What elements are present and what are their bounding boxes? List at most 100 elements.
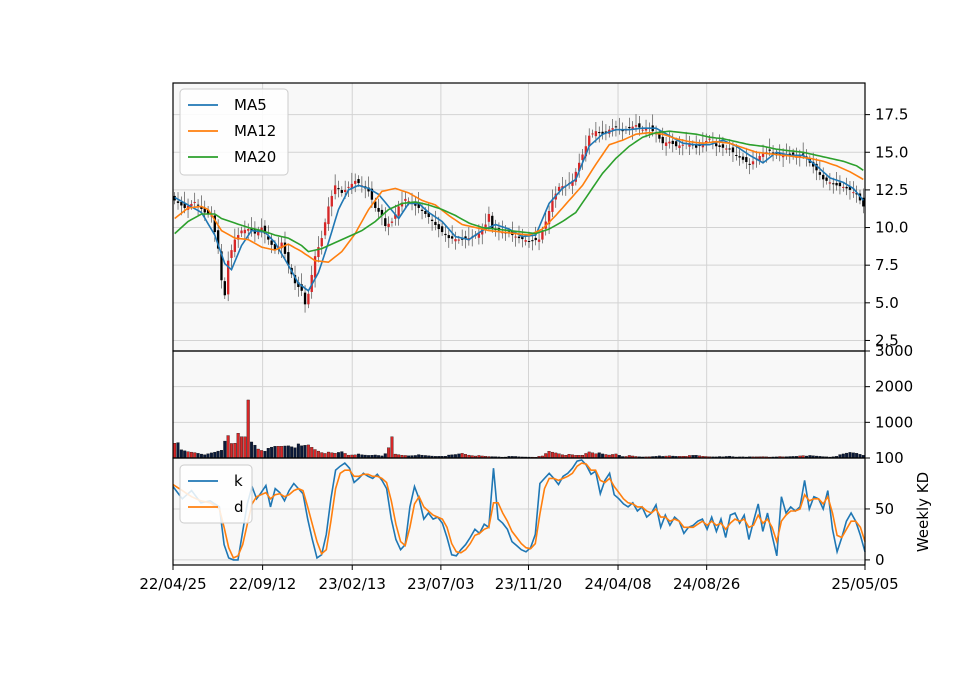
y-tick-label: 12.5 [875,181,908,199]
candle-body [748,163,751,165]
x-tick-label: 23/07/03 [407,575,474,593]
candle-body [243,229,247,234]
volume-bar [313,449,317,459]
volume-bar [357,453,361,459]
volume-bar [186,451,190,459]
candle-body [818,172,822,175]
volume-bar [173,443,177,459]
candle-body [822,174,825,180]
volume-bar [320,452,324,459]
candle-body [674,141,678,147]
candle-body [664,142,668,146]
candle-body [333,185,337,195]
candle-body [337,188,340,190]
volume-bar [306,444,310,459]
volume-bar [336,452,340,459]
x-tick-label: 23/02/13 [319,575,386,593]
candle-body [725,148,728,150]
legend-ma12: MA12 [234,122,276,140]
candle-body [424,210,427,214]
candle-body [668,141,671,144]
candle-body [828,182,832,184]
candle-body [745,157,748,163]
volume-bar [457,453,461,459]
candle-body [447,235,450,239]
candle-body [845,186,848,189]
kd-panel [173,458,865,565]
candle-body [681,144,684,146]
candle-body [457,239,460,241]
candle-body [825,177,828,181]
volume-bar [614,453,618,459]
candle-body [761,153,765,157]
volume-bar [300,445,304,459]
volume-bar [250,441,254,459]
candle-body [444,233,447,236]
candle-body [594,131,598,137]
y-tick-label: 0 [875,551,885,569]
candle-body [247,229,250,231]
volume-bar [233,443,237,459]
volume-bar [280,446,284,459]
candle-body [230,250,233,258]
candle-body [661,136,664,144]
volume-bar [293,447,297,459]
candle-body [741,156,745,160]
candle-body [390,221,394,223]
volume-bar [310,447,314,459]
candle-body [731,147,735,153]
x-tick-label: 22/04/25 [139,575,206,593]
volume-bar [841,453,845,459]
candle-body [842,186,845,188]
candle-body [718,145,721,147]
candle-body [838,182,842,187]
candle-body [514,236,517,238]
candle-body [420,209,424,211]
candle-body [307,293,310,305]
volume-y-axis: 1000 2000 3000 [865,342,913,431]
candle-body [598,132,601,134]
volume-bar [855,453,859,459]
candle-body [347,186,350,188]
y-tick-label: 17.5 [875,106,908,124]
candle-body [343,189,347,193]
candle-body [644,128,648,131]
x-tick-label: 22/09/12 [229,575,296,593]
volume-bar [383,453,387,459]
candle-body [735,154,738,156]
volume-panel [173,351,865,458]
volume-bar [340,451,344,459]
candle-body [801,153,805,155]
candle-body [738,156,741,158]
volume-bar [230,443,233,459]
candle-body [715,143,718,147]
candle-body [327,206,330,225]
candle-body [527,240,531,242]
candle-body [193,201,196,203]
x-tick-label: 23/11/20 [495,575,562,593]
volume-bar [316,450,320,459]
candle-body [196,204,200,206]
volume-bar [260,450,264,459]
kd-legend: k d [179,464,253,524]
candle-body [223,281,226,296]
candle-body [751,161,755,165]
volume-bar [554,452,558,459]
candle-body [524,240,527,242]
volume-bar [851,452,855,459]
candle-body [638,123,641,128]
y-tick-label: 100 [875,449,904,467]
candle-body [835,182,838,186]
y-tick-label: 5.0 [875,294,899,312]
candle-body [454,239,457,242]
volume-bar [303,445,307,459]
volume-bar [587,451,591,459]
kd-axis-label: Weekly KD [914,472,932,552]
y-tick-label: 7.5 [875,256,899,274]
volume-bar [216,450,220,459]
volume-bar [240,436,244,459]
candle-body [832,183,835,185]
volume-bar [594,453,598,459]
legend-k: k [234,472,243,490]
x-axis: 22/04/25 22/09/12 23/02/13 23/07/03 23/11/20… [139,565,899,593]
